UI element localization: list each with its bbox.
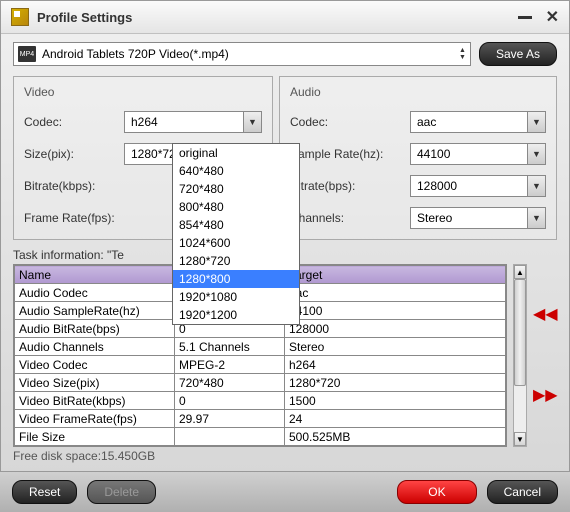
table-cell: 500.525MB — [285, 428, 506, 446]
video-size-label: Size(pix): — [24, 147, 124, 161]
video-bitrate-label: Bitrate(kbps): — [24, 179, 124, 193]
audio-bitrate-value: 128000 — [411, 179, 527, 193]
audio-samplerate-label: Sample Rate(hz): — [290, 147, 410, 161]
scroll-thumb[interactable] — [514, 279, 526, 386]
title-bar: Profile Settings ✕ — [1, 1, 569, 34]
save-as-button[interactable]: Save As — [479, 42, 557, 66]
table-cell: 1500 — [285, 392, 506, 410]
table-row[interactable]: File Size 500.525MB — [15, 428, 506, 446]
audio-bitrate-label: Bitrate(bps): — [290, 179, 410, 193]
table-cell: Audio Channels — [15, 338, 175, 356]
table-cell: Video Size(pix) — [15, 374, 175, 392]
audio-channels-label: Channels: — [290, 211, 410, 225]
table-cell: Audio SampleRate(hz) — [15, 302, 175, 320]
size-option[interactable]: 800*480 — [173, 198, 299, 216]
table-cell: Audio Codec — [15, 284, 175, 302]
video-panel: Video Codec: h264 ▼ Size(pix): 1280*720 … — [13, 76, 273, 240]
table-row[interactable]: Audio Channels5.1 ChannelsStereo — [15, 338, 506, 356]
table-cell: 29.97 — [175, 410, 285, 428]
table-cell: h264 — [285, 356, 506, 374]
table-row[interactable]: Video FrameRate(fps)29.9724 — [15, 410, 506, 428]
table-row[interactable]: Video CodecMPEG-2h264 — [15, 356, 506, 374]
audio-channels-combo[interactable]: Stereo ▼ — [410, 207, 546, 229]
audio-channels-value: Stereo — [411, 211, 527, 225]
minimize-icon[interactable] — [518, 16, 532, 19]
delete-button[interactable]: Delete — [87, 480, 156, 504]
table-cell: Audio BitRate(bps) — [15, 320, 175, 338]
header-target[interactable]: Target — [285, 266, 506, 284]
free-disk-label: Free disk space:15.450GB — [13, 449, 557, 463]
cancel-button[interactable]: Cancel — [487, 480, 558, 504]
profile-select[interactable]: MP4 Android Tablets 720P Video(*.mp4) ▲▼ — [13, 42, 471, 66]
table-cell — [175, 428, 285, 446]
chevron-down-icon[interactable]: ▼ — [527, 112, 545, 132]
window-controls: ✕ — [518, 7, 559, 27]
nav-arrows: ◀◀ ▶▶ — [533, 264, 557, 447]
table-cell: 1280*720 — [285, 374, 506, 392]
chevron-down-icon[interactable]: ▼ — [527, 208, 545, 228]
table-cell: 128000 — [285, 320, 506, 338]
size-option[interactable]: 1920*1080 — [173, 288, 299, 306]
table-cell: Video BitRate(kbps) — [15, 392, 175, 410]
prev-icon[interactable]: ◀◀ — [533, 309, 557, 321]
size-option[interactable]: 1920*1200 — [173, 306, 299, 324]
video-legend: Video — [24, 85, 262, 99]
chevron-down-icon[interactable]: ▼ — [243, 112, 261, 132]
table-cell: Stereo — [285, 338, 506, 356]
table-cell: 0 — [175, 392, 285, 410]
size-option[interactable]: 1280*720 — [173, 252, 299, 270]
video-codec-label: Codec: — [24, 115, 124, 129]
table-cell: 5.1 Channels — [175, 338, 285, 356]
scroll-track[interactable] — [514, 279, 526, 432]
spinner-arrows-icon[interactable]: ▲▼ — [459, 47, 466, 61]
table-row[interactable]: Video Size(pix)720*4801280*720 — [15, 374, 506, 392]
video-codec-combo[interactable]: h264 ▼ — [124, 111, 262, 133]
profile-value: Android Tablets 720P Video(*.mp4) — [42, 47, 229, 61]
chevron-down-icon[interactable]: ▼ — [527, 144, 545, 164]
table-cell: MPEG-2 — [175, 356, 285, 374]
size-option[interactable]: 854*480 — [173, 216, 299, 234]
table-cell: 720*480 — [175, 374, 285, 392]
size-option[interactable]: 720*480 — [173, 180, 299, 198]
scroll-down-icon[interactable]: ▼ — [514, 432, 526, 446]
ok-button[interactable]: OK — [397, 480, 476, 504]
audio-legend: Audio — [290, 85, 546, 99]
window-title: Profile Settings — [37, 10, 518, 25]
size-option[interactable]: 1024*600 — [173, 234, 299, 252]
table-cell: Video Codec — [15, 356, 175, 374]
app-icon — [11, 8, 29, 26]
table-cell: 44100 — [285, 302, 506, 320]
size-option[interactable]: 1280*800 — [173, 270, 299, 288]
header-name[interactable]: Name — [15, 266, 175, 284]
audio-samplerate-value: 44100 — [411, 147, 527, 161]
video-framerate-label: Frame Rate(fps): — [24, 211, 124, 225]
reset-button[interactable]: Reset — [12, 480, 77, 504]
audio-samplerate-combo[interactable]: 44100 ▼ — [410, 143, 546, 165]
audio-panel: Audio Codec: aac ▼ Sample Rate(hz): 4410… — [279, 76, 557, 240]
table-cell: aac — [285, 284, 506, 302]
bottom-bar: Reset Delete OK Cancel — [0, 471, 570, 512]
table-cell: 24 — [285, 410, 506, 428]
audio-codec-combo[interactable]: aac ▼ — [410, 111, 546, 133]
table-row[interactable]: Video BitRate(kbps)01500 — [15, 392, 506, 410]
mp4-icon: MP4 — [18, 46, 36, 62]
close-icon[interactable]: ✕ — [546, 7, 559, 27]
video-size-dropdown[interactable]: original640*480720*480800*480854*4801024… — [172, 143, 300, 325]
audio-bitrate-combo[interactable]: 128000 ▼ — [410, 175, 546, 197]
table-cell: Video FrameRate(fps) — [15, 410, 175, 428]
chevron-down-icon[interactable]: ▼ — [527, 176, 545, 196]
next-icon[interactable]: ▶▶ — [533, 390, 557, 402]
size-option[interactable]: original — [173, 144, 299, 162]
audio-codec-label: Codec: — [290, 115, 410, 129]
vertical-scrollbar[interactable]: ▲ ▼ — [513, 264, 527, 447]
size-option[interactable]: 640*480 — [173, 162, 299, 180]
audio-codec-value: aac — [411, 115, 527, 129]
video-codec-value: h264 — [125, 115, 243, 129]
table-cell: File Size — [15, 428, 175, 446]
scroll-up-icon[interactable]: ▲ — [514, 265, 526, 279]
